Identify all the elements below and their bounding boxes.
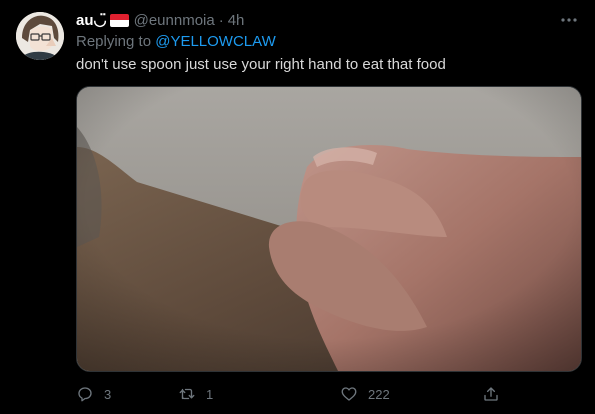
more-button[interactable] — [557, 10, 581, 30]
like-button[interactable]: 222 — [340, 384, 390, 404]
indonesia-flag-icon — [109, 13, 129, 27]
tweet-media-image[interactable] — [76, 86, 582, 372]
tweet-text: don't use spoon just use your right hand… — [76, 56, 446, 73]
more-dots-icon — [561, 18, 577, 22]
hand-photo — [77, 87, 581, 371]
tweet-actions: 3 1 222 — [76, 384, 506, 404]
heart-icon — [341, 387, 357, 401]
retweet-count: 1 — [206, 386, 214, 402]
share-icon — [484, 387, 498, 401]
avatar[interactable] — [16, 12, 64, 60]
avatar-image — [16, 12, 64, 60]
reply-count: 3 — [104, 386, 112, 402]
display-name[interactable]: au◡̈ — [76, 11, 107, 29]
separator-dot: · — [218, 11, 224, 29]
reply-button[interactable]: 3 — [76, 384, 111, 404]
replying-mention-link[interactable]: @YELLOWCLAW — [155, 33, 276, 50]
share-button[interactable] — [482, 384, 510, 404]
retweet-button[interactable]: 1 — [178, 384, 213, 404]
user-handle[interactable]: @eunnmoia — [134, 12, 215, 29]
replying-to-line: Replying to @YELLOWCLAW — [76, 33, 276, 50]
timestamp[interactable]: 4h — [228, 12, 245, 29]
tweet-header: au◡̈ @eunnmoia · 4h — [76, 11, 245, 30]
reply-icon — [78, 387, 92, 402]
retweet-icon — [179, 388, 195, 400]
replying-prefix: Replying to — [76, 33, 156, 50]
like-count: 222 — [368, 386, 390, 402]
